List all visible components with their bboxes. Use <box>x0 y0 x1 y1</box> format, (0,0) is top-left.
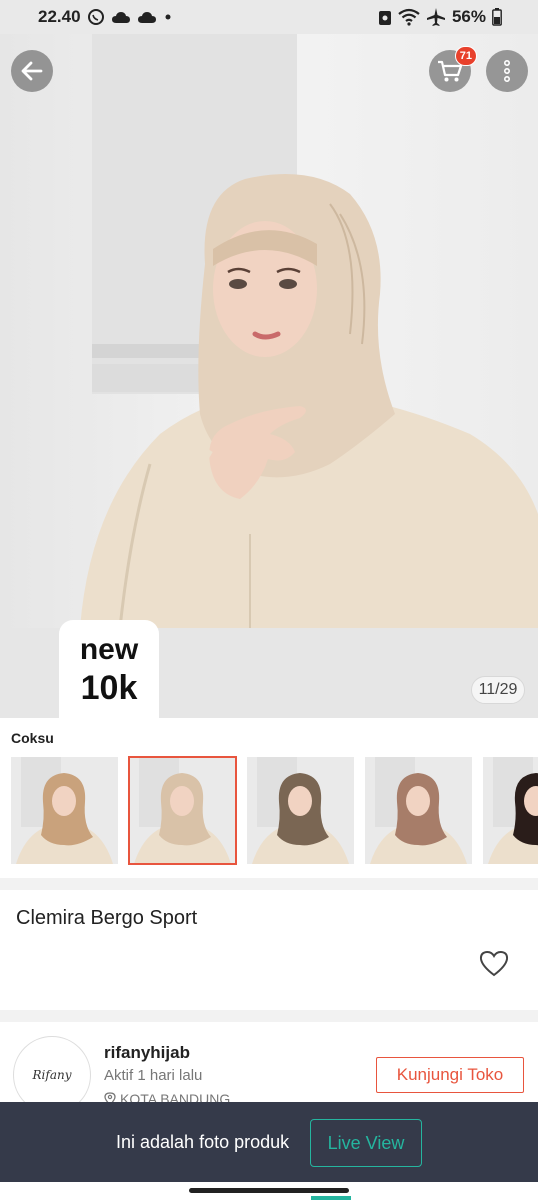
divider <box>0 878 538 890</box>
back-arrow-icon <box>21 61 43 81</box>
variant-thumbnail[interactable] <box>247 757 354 864</box>
toast-message: Ini adalah foto produk <box>116 1132 290 1152</box>
variant-photo <box>11 757 118 864</box>
promo-line-2: 10k <box>80 669 138 707</box>
home-gesture-pill[interactable] <box>189 1188 349 1193</box>
variant-photo <box>247 757 354 864</box>
image-counter: 11/29 <box>471 676 525 704</box>
variant-thumbnail[interactable] <box>11 757 118 864</box>
shop-logo-text: Rifany <box>32 1068 72 1082</box>
battery-icon <box>492 8 502 26</box>
whatsapp-icon <box>87 8 105 26</box>
variant-thumbnails <box>11 756 538 865</box>
promo-badge[interactable]: new 10k <box>59 620 159 720</box>
variant-photo <box>483 757 538 864</box>
shop-info: Rifany rifanyhijab Aktif 1 hari lalu KOT… <box>0 1022 538 1114</box>
lock-icon <box>378 8 392 26</box>
status-right: 56% <box>378 7 502 27</box>
dot-icon <box>163 12 173 22</box>
heart-icon <box>479 950 509 976</box>
product-image-carousel[interactable] <box>0 34 538 628</box>
status-time: 22.40 <box>38 7 81 26</box>
wishlist-button[interactable] <box>478 948 510 978</box>
more-vertical-icon <box>503 59 511 82</box>
live-view-button[interactable]: Live View <box>310 1119 422 1167</box>
status-bar: 22.40 56% <box>0 0 538 34</box>
cloud-icon <box>137 10 157 24</box>
product-page: 22.40 56% 71 new 10k 11/29 Coksu Clemira… <box>0 0 538 1200</box>
cart-count-badge: 71 <box>454 46 477 66</box>
airplane-icon <box>426 7 446 27</box>
variant-thumbnail[interactable] <box>483 757 538 864</box>
variant-section: Coksu <box>0 718 538 878</box>
variant-photo <box>129 757 236 864</box>
divider <box>0 1010 538 1022</box>
more-options-button[interactable] <box>486 50 528 92</box>
shop-name[interactable]: rifanyhijab <box>104 1043 190 1063</box>
back-button[interactable] <box>11 50 53 92</box>
variant-photo <box>365 757 472 864</box>
cart-button[interactable]: 71 <box>429 46 477 92</box>
wifi-icon <box>398 8 420 26</box>
product-info: Clemira Bergo Sport <box>0 890 538 1010</box>
variant-thumbnail[interactable] <box>128 756 237 865</box>
promo-line-1: new <box>79 633 139 666</box>
status-left: 22.40 <box>38 7 173 27</box>
cloud-icon <box>111 10 131 24</box>
gesture-bar <box>0 1182 538 1200</box>
live-view-toast: Ini adalah foto produk Live View <box>0 1102 538 1182</box>
visit-shop-button[interactable]: Kunjungi Toko <box>376 1057 524 1093</box>
shop-status: Aktif 1 hari lalu <box>104 1067 203 1084</box>
gesture-accent <box>311 1196 351 1200</box>
variant-thumbnail[interactable] <box>365 757 472 864</box>
product-photo <box>0 34 538 628</box>
variant-label: Coksu <box>11 730 54 746</box>
product-title: Clemira Bergo Sport <box>16 907 198 929</box>
battery-level: 56% <box>451 7 486 26</box>
